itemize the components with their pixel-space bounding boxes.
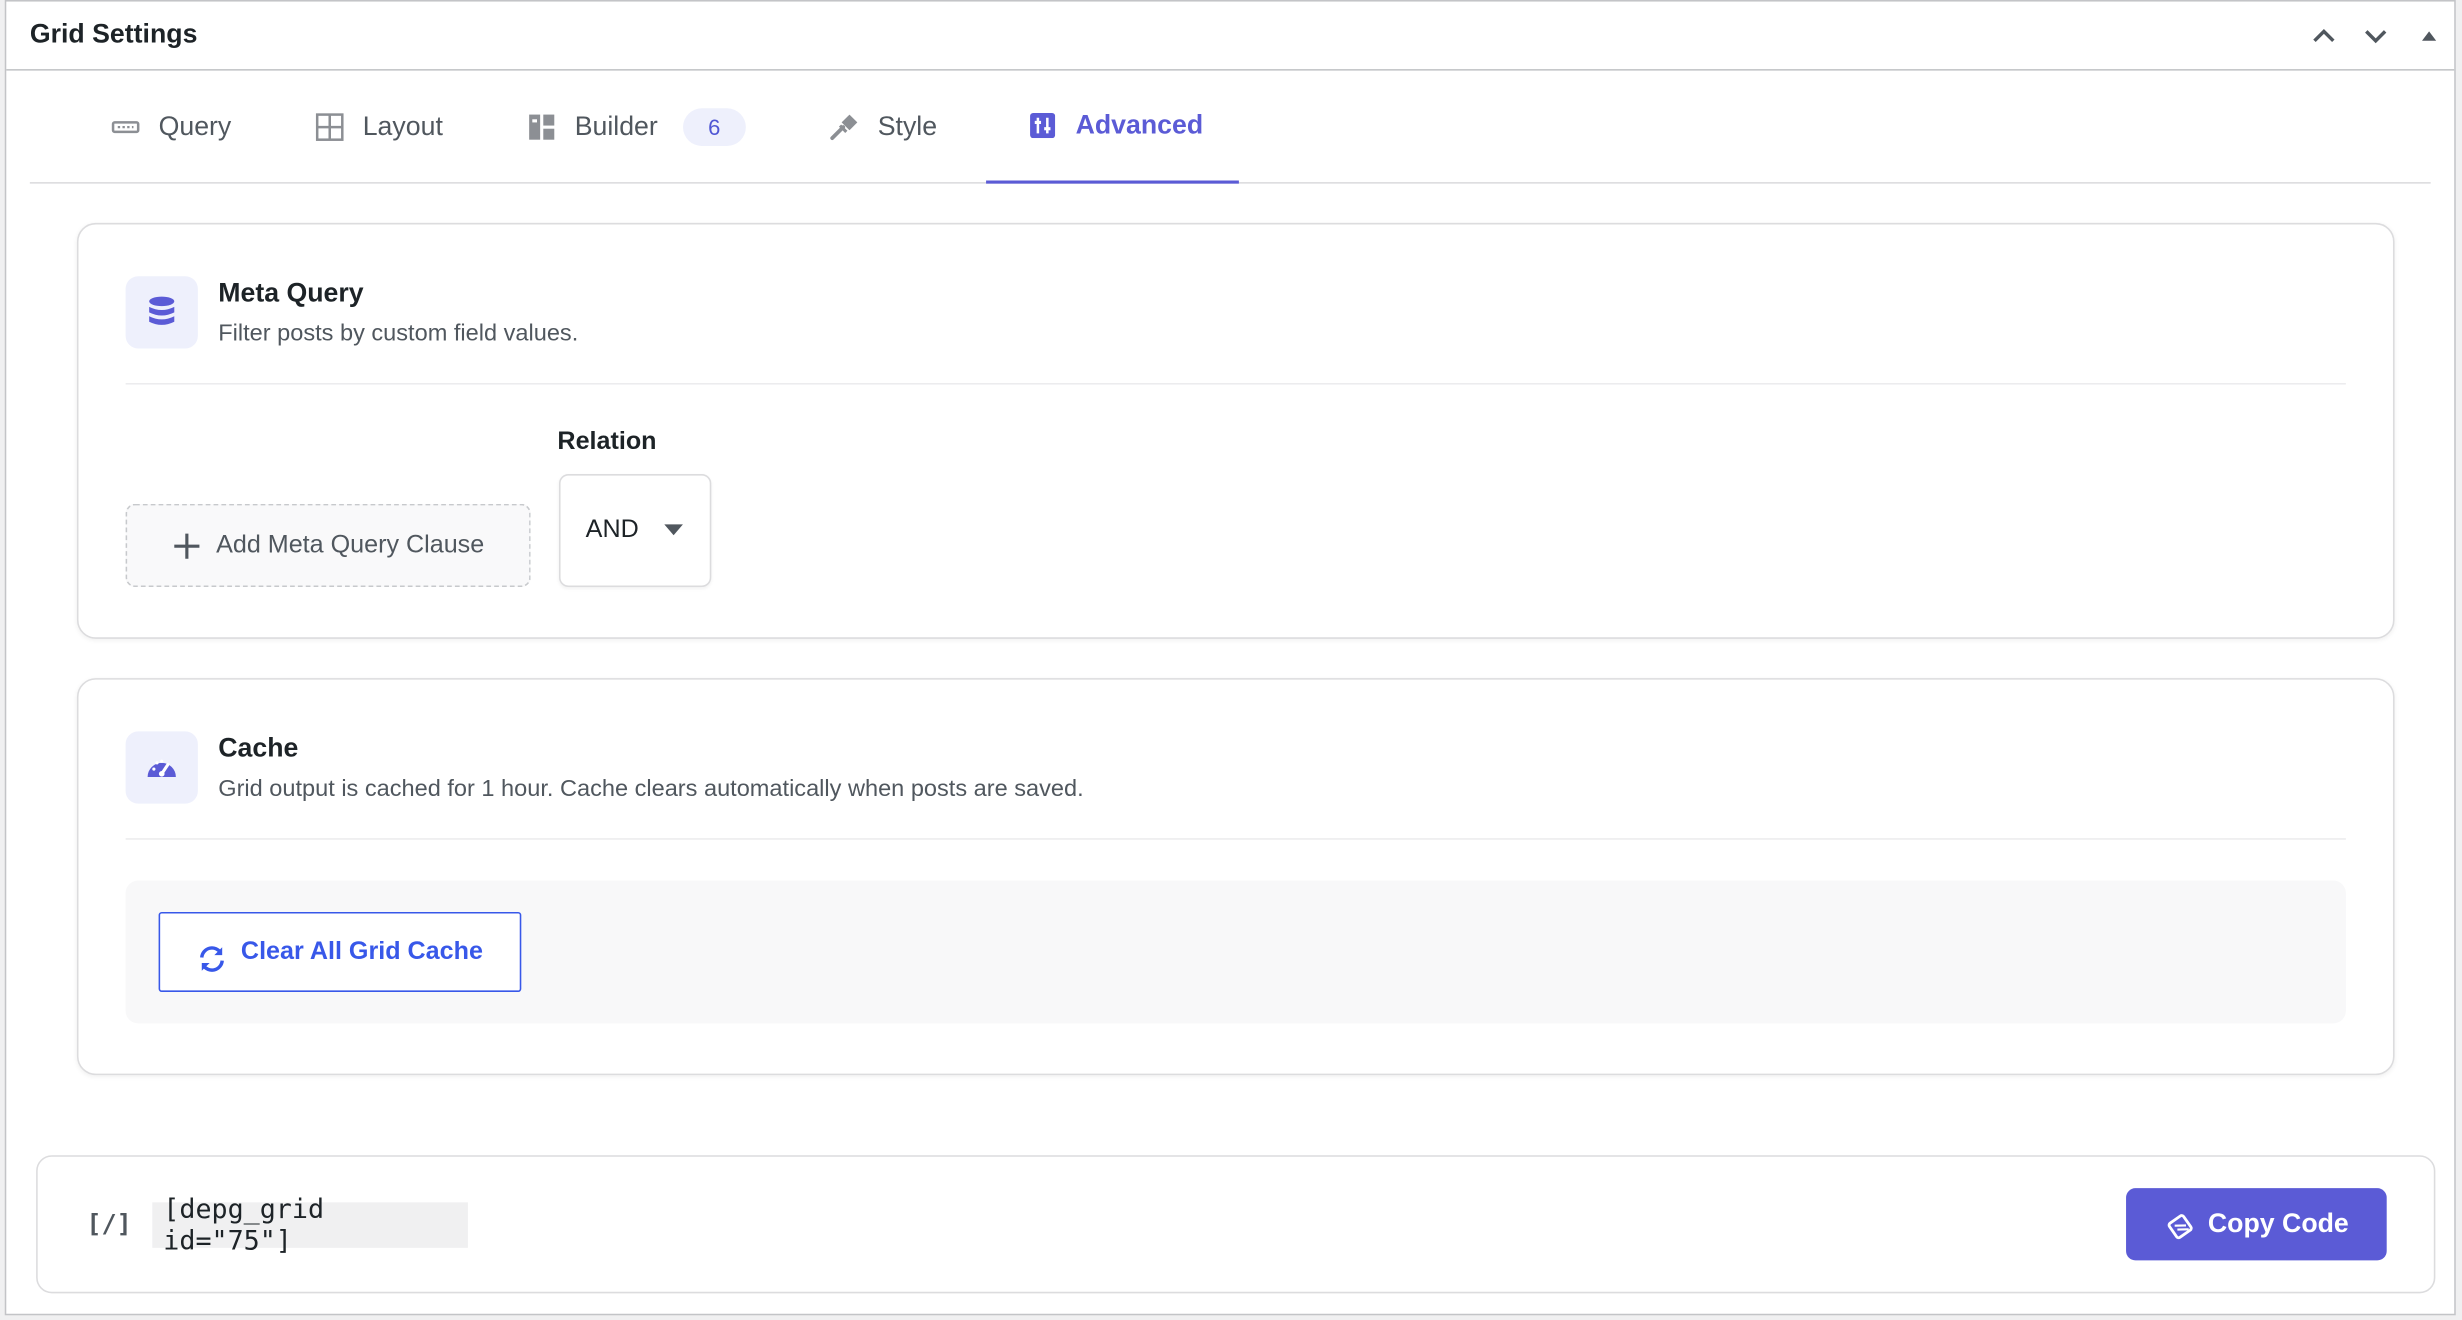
database-icon [125, 276, 198, 349]
tab-query-label: Query [158, 111, 232, 142]
cache-description: Grid output is cached for 1 hour. Cache … [218, 775, 1084, 803]
shortcode-icon: [/] [86, 1208, 132, 1239]
meta-query-description: Filter posts by custom field values. [218, 320, 579, 347]
tab-builder[interactable]: Builder 6 [526, 71, 746, 184]
panel-header: Grid Settings [6, 2, 2455, 71]
chevron-down-icon [2365, 30, 2387, 44]
caret-down-icon [663, 524, 683, 536]
triangle-up-icon [2422, 31, 2437, 41]
copy-icon [2167, 1214, 2193, 1240]
tab-query[interactable]: Query [110, 71, 231, 184]
meta-query-card: Meta Query Filter posts by custom field … [76, 222, 2395, 639]
add-meta-query-clause-button[interactable]: Add Meta Query Clause [125, 503, 531, 588]
shortcode-text[interactable]: [depg_grid id="75"] [152, 1194, 468, 1256]
tab-builder-label: Builder [574, 111, 658, 142]
grid-settings-panel: Grid Settings Query Layout Builder 6 Sty… [4, 0, 2456, 1316]
move-up-button[interactable] [2305, 17, 2343, 55]
tab-style[interactable]: Style [829, 71, 937, 184]
tab-advanced[interactable]: Advanced [986, 71, 1239, 184]
relation-value: AND [585, 516, 639, 544]
relation-select[interactable]: AND [558, 474, 712, 588]
clear-all-grid-cache-button[interactable]: Clear All Grid Cache [158, 911, 522, 992]
move-down-button[interactable] [2357, 17, 2395, 55]
advanced-icon [1027, 110, 1058, 141]
builder-count-badge: 6 [682, 108, 746, 146]
cache-title: Cache [218, 733, 299, 763]
card-divider [125, 838, 2346, 840]
query-icon [110, 111, 141, 142]
plus-icon [173, 532, 199, 558]
tab-layout[interactable]: Layout [314, 71, 443, 184]
relation-label: Relation [557, 428, 657, 456]
copy-code-button[interactable]: Copy Code [2126, 1188, 2387, 1261]
brush-icon [829, 111, 860, 142]
toggle-panel-button[interactable] [2410, 17, 2448, 55]
shortcode-bar: [/] [depg_grid id="75"] Copy Code [36, 1155, 2436, 1294]
tab-style-label: Style [877, 111, 938, 142]
refresh-icon [200, 945, 225, 972]
cache-actions-area: Clear All Grid Cache [125, 880, 2346, 1024]
clear-all-grid-cache-label: Clear All Grid Cache [240, 937, 483, 965]
panel-title: Grid Settings [29, 18, 198, 49]
tab-layout-label: Layout [362, 111, 443, 142]
cache-card: Cache Grid output is cached for 1 hour. … [76, 678, 2395, 1076]
builder-icon [526, 111, 557, 142]
meta-query-title: Meta Query [218, 277, 364, 308]
tab-advanced-label: Advanced [1075, 109, 1204, 140]
dashboard-gauge-icon [125, 731, 198, 804]
settings-tabs: Query Layout Builder 6 Style Advanced [29, 71, 2431, 184]
chevron-up-icon [2313, 28, 2335, 43]
layout-grid-icon [314, 111, 345, 142]
card-divider [125, 382, 2346, 385]
add-meta-query-clause-label: Add Meta Query Clause [216, 531, 485, 558]
copy-code-label: Copy Code [2207, 1208, 2349, 1239]
